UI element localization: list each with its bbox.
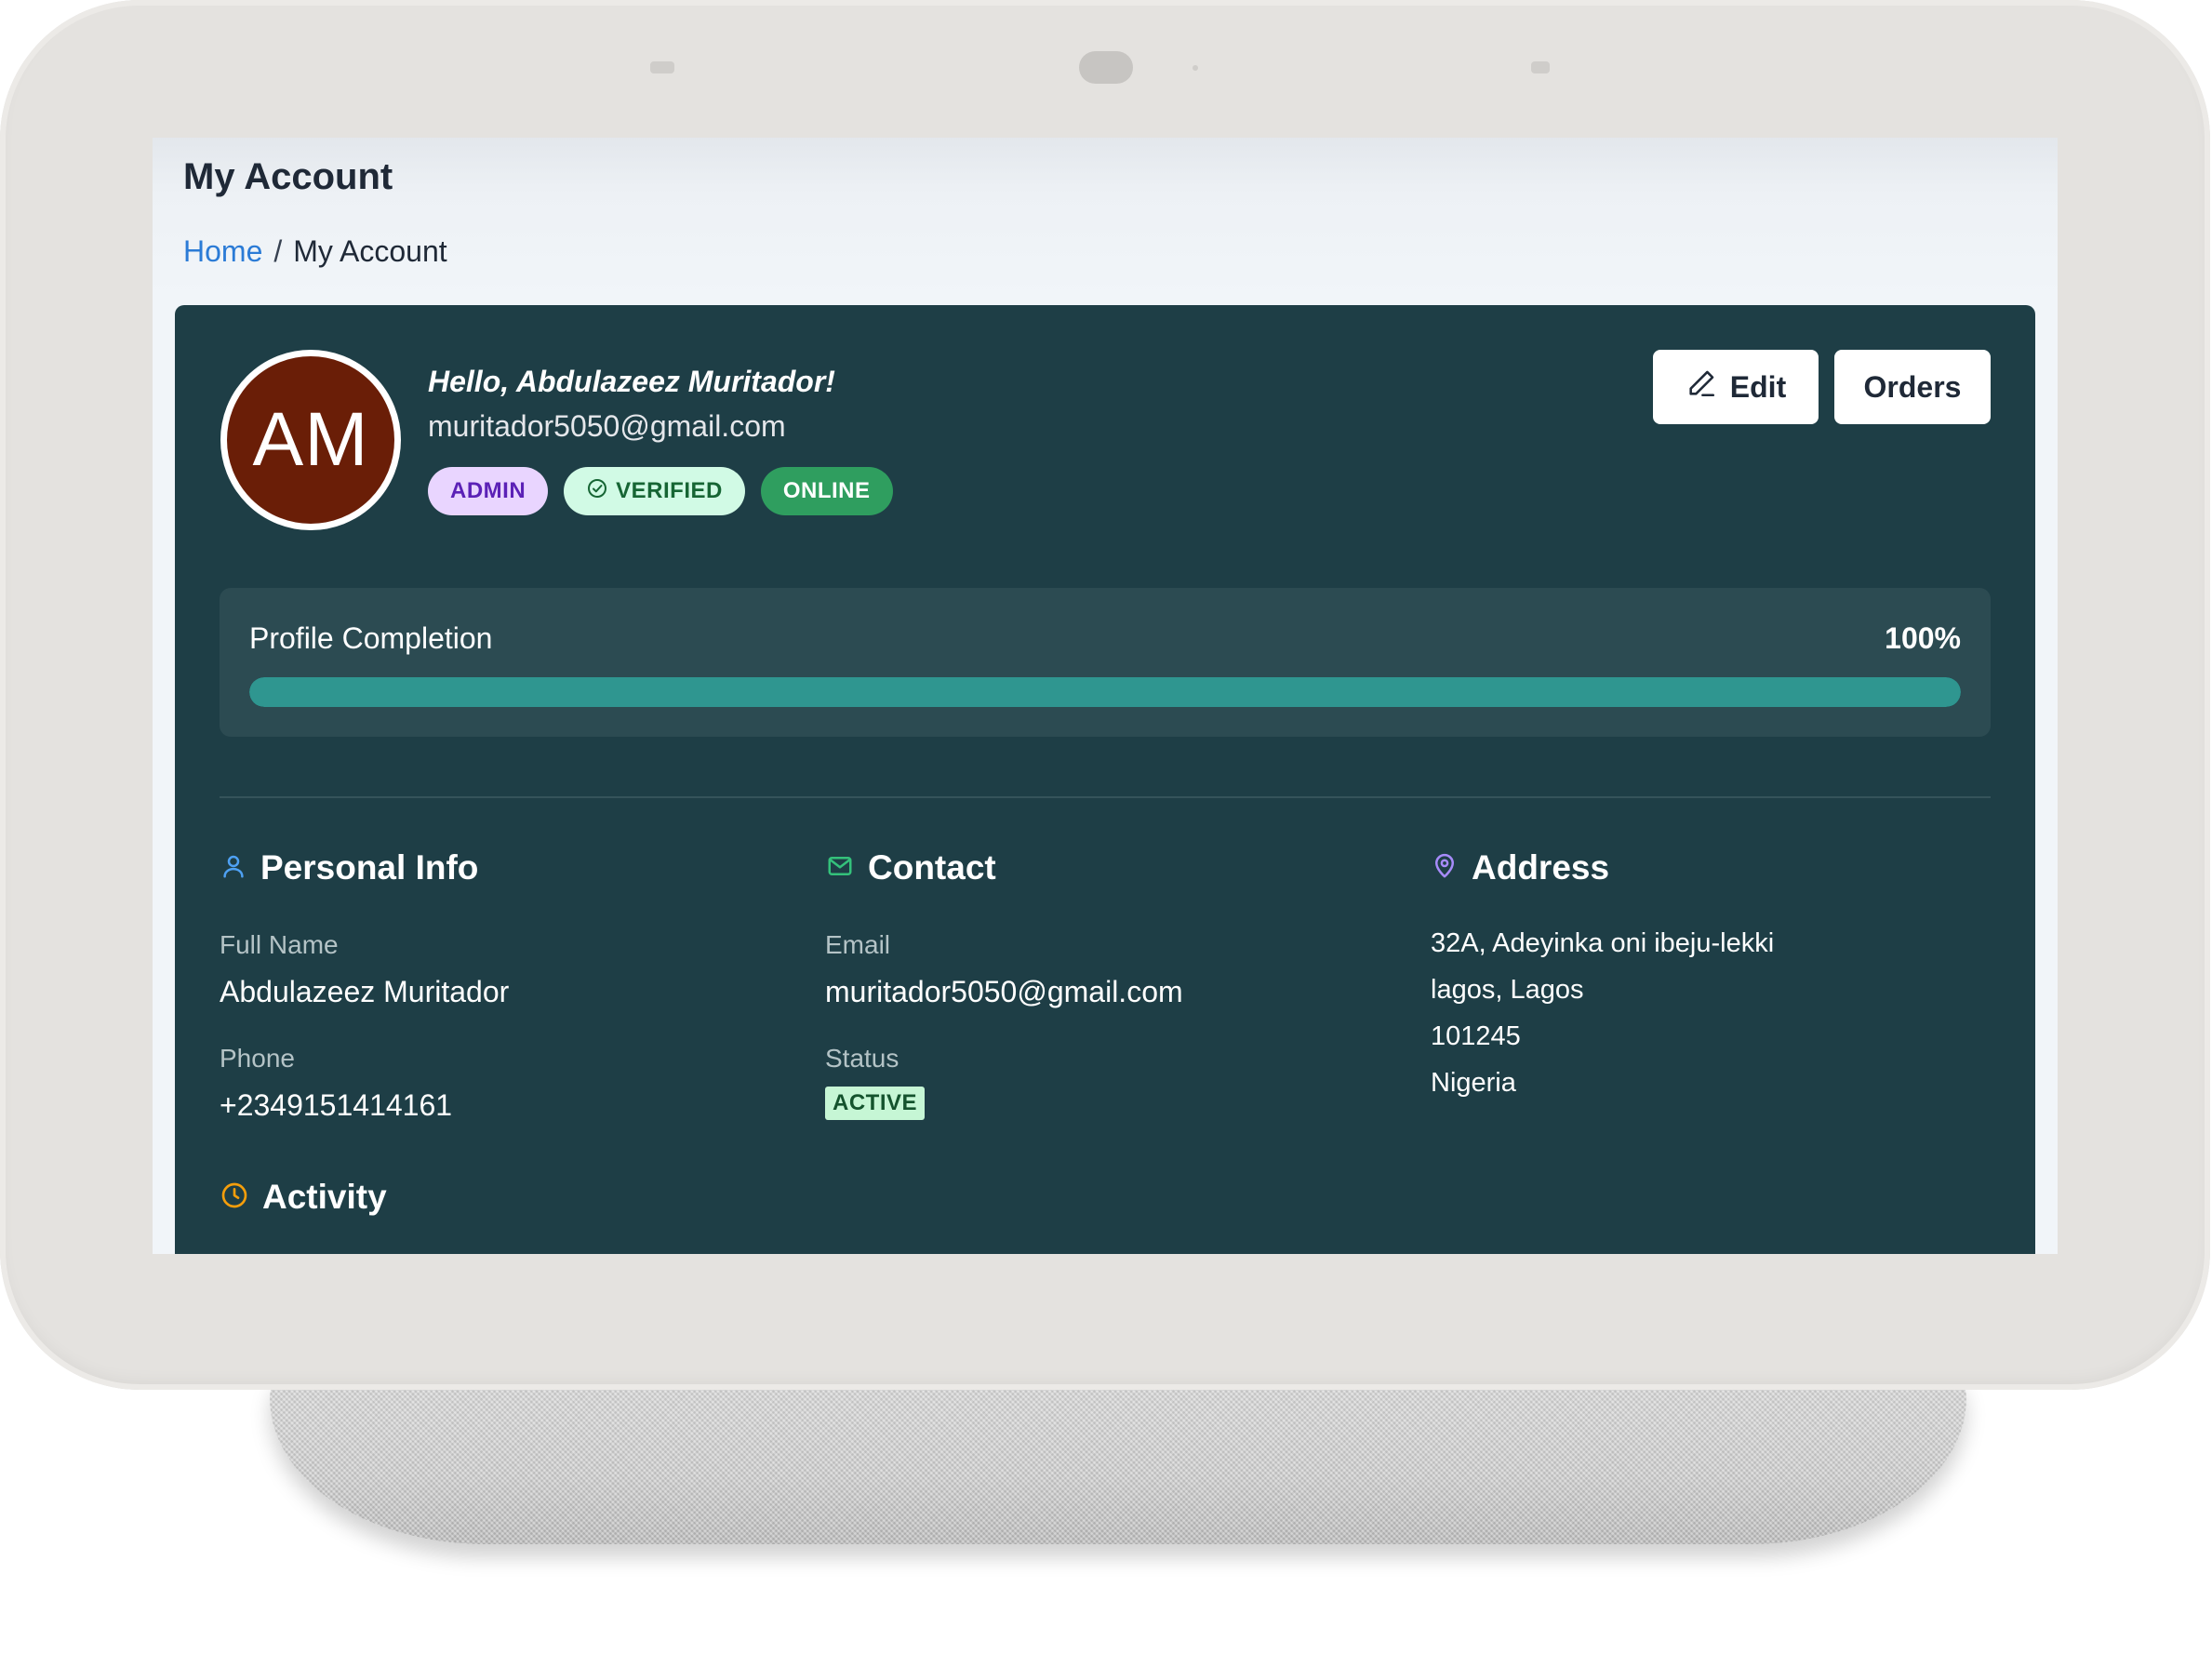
activity-header: Activity [220,1174,387,1220]
address-postal-code: 101245 [1431,1021,1521,1051]
greeting-text: Hello, Abdulazeez Muritador! [428,365,835,398]
email-label: Email [825,930,891,959]
contact-title: Contact [868,848,996,887]
avatar: AM [220,350,401,530]
breadcrumb: Home / My Account [183,234,447,269]
full-name-label: Full Name [220,930,339,959]
profile-completion-fill [249,677,1961,707]
contact-section: Contact Email muritador5050@gmail.com St… [825,845,1183,1120]
orders-button-label: Orders [1863,369,1962,404]
profile-completion-label: Profile Completion [249,621,493,655]
microphone-right [1531,61,1550,73]
personal-info-section: Personal Info Full Name Abdulazeez Murit… [220,845,509,1122]
user-icon [220,852,247,885]
edit-button[interactable]: Edit [1653,350,1819,424]
address-street: 32A, Adeyinka oni ibeju-lekki [1431,928,1775,958]
activity-section: Activity [220,1174,387,1220]
phone-value: +2349151414161 [220,1088,453,1122]
edit-button-label: Edit [1729,369,1787,404]
microphone-left [650,61,674,73]
address-city-state: lagos, Lagos [1431,975,1584,1005]
status-label: Status [825,1044,899,1073]
address-title: Address [1472,848,1610,887]
address-header: Address [1431,845,1609,891]
map-pin-icon [1431,851,1459,886]
status-badge: ACTIVE [825,1087,926,1120]
address-country: Nigeria [1431,1068,1516,1098]
admin-badge: ADMIN [428,467,549,515]
profile-completion-value: 100% [1885,621,1961,655]
section-divider [220,796,1991,798]
verified-badge: VERIFIED [564,467,745,515]
avatar-initials: AM [252,397,369,482]
check-circle-icon [586,477,608,506]
admin-badge-label: ADMIN [450,478,526,503]
full-name-value: Abdulazeez Muritador [220,975,510,1008]
mail-icon [825,852,855,885]
account-card: AM Hello, Abdulazeez Muritador! muritado… [175,305,2035,1254]
breadcrumb-current: My Account [293,234,447,268]
device-screen: My Account Home / My Account AM Hello, Abd… [153,138,2058,1254]
verified-badge-label: VERIFIED [616,478,723,503]
clock-icon [220,1180,249,1215]
personal-info-header: Personal Info [220,845,478,891]
address-section: Address 32A, Adeyinka oni ibeju-lekki la… [1431,845,1774,1098]
role-badges: ADMIN VERIFIED ONLINE [428,467,893,515]
breadcrumb-separator: / [273,234,283,268]
light-sensor [1193,65,1198,71]
pencil-icon [1686,367,1717,407]
page-title: My Account [183,156,393,197]
orders-button[interactable]: Orders [1834,350,1991,424]
smart-display-device: My Account Home / My Account AM Hello, Abd… [0,0,2212,1667]
camera-sensor [1079,51,1133,84]
contact-header: Contact [825,845,996,891]
email-value: muritador5050@gmail.com [825,975,1183,1008]
personal-info-title: Personal Info [260,848,479,887]
header-email: muritador5050@gmail.com [428,409,786,443]
fabric-speaker-base [270,1367,1966,1544]
breadcrumb-home-link[interactable]: Home [183,234,262,268]
online-badge: ONLINE [760,467,893,515]
activity-title: Activity [262,1178,387,1216]
phone-label: Phone [220,1044,295,1073]
online-badge-label: ONLINE [782,478,871,503]
profile-completion-panel: Profile Completion 100% [220,588,1991,737]
profile-completion-track [249,677,1961,707]
